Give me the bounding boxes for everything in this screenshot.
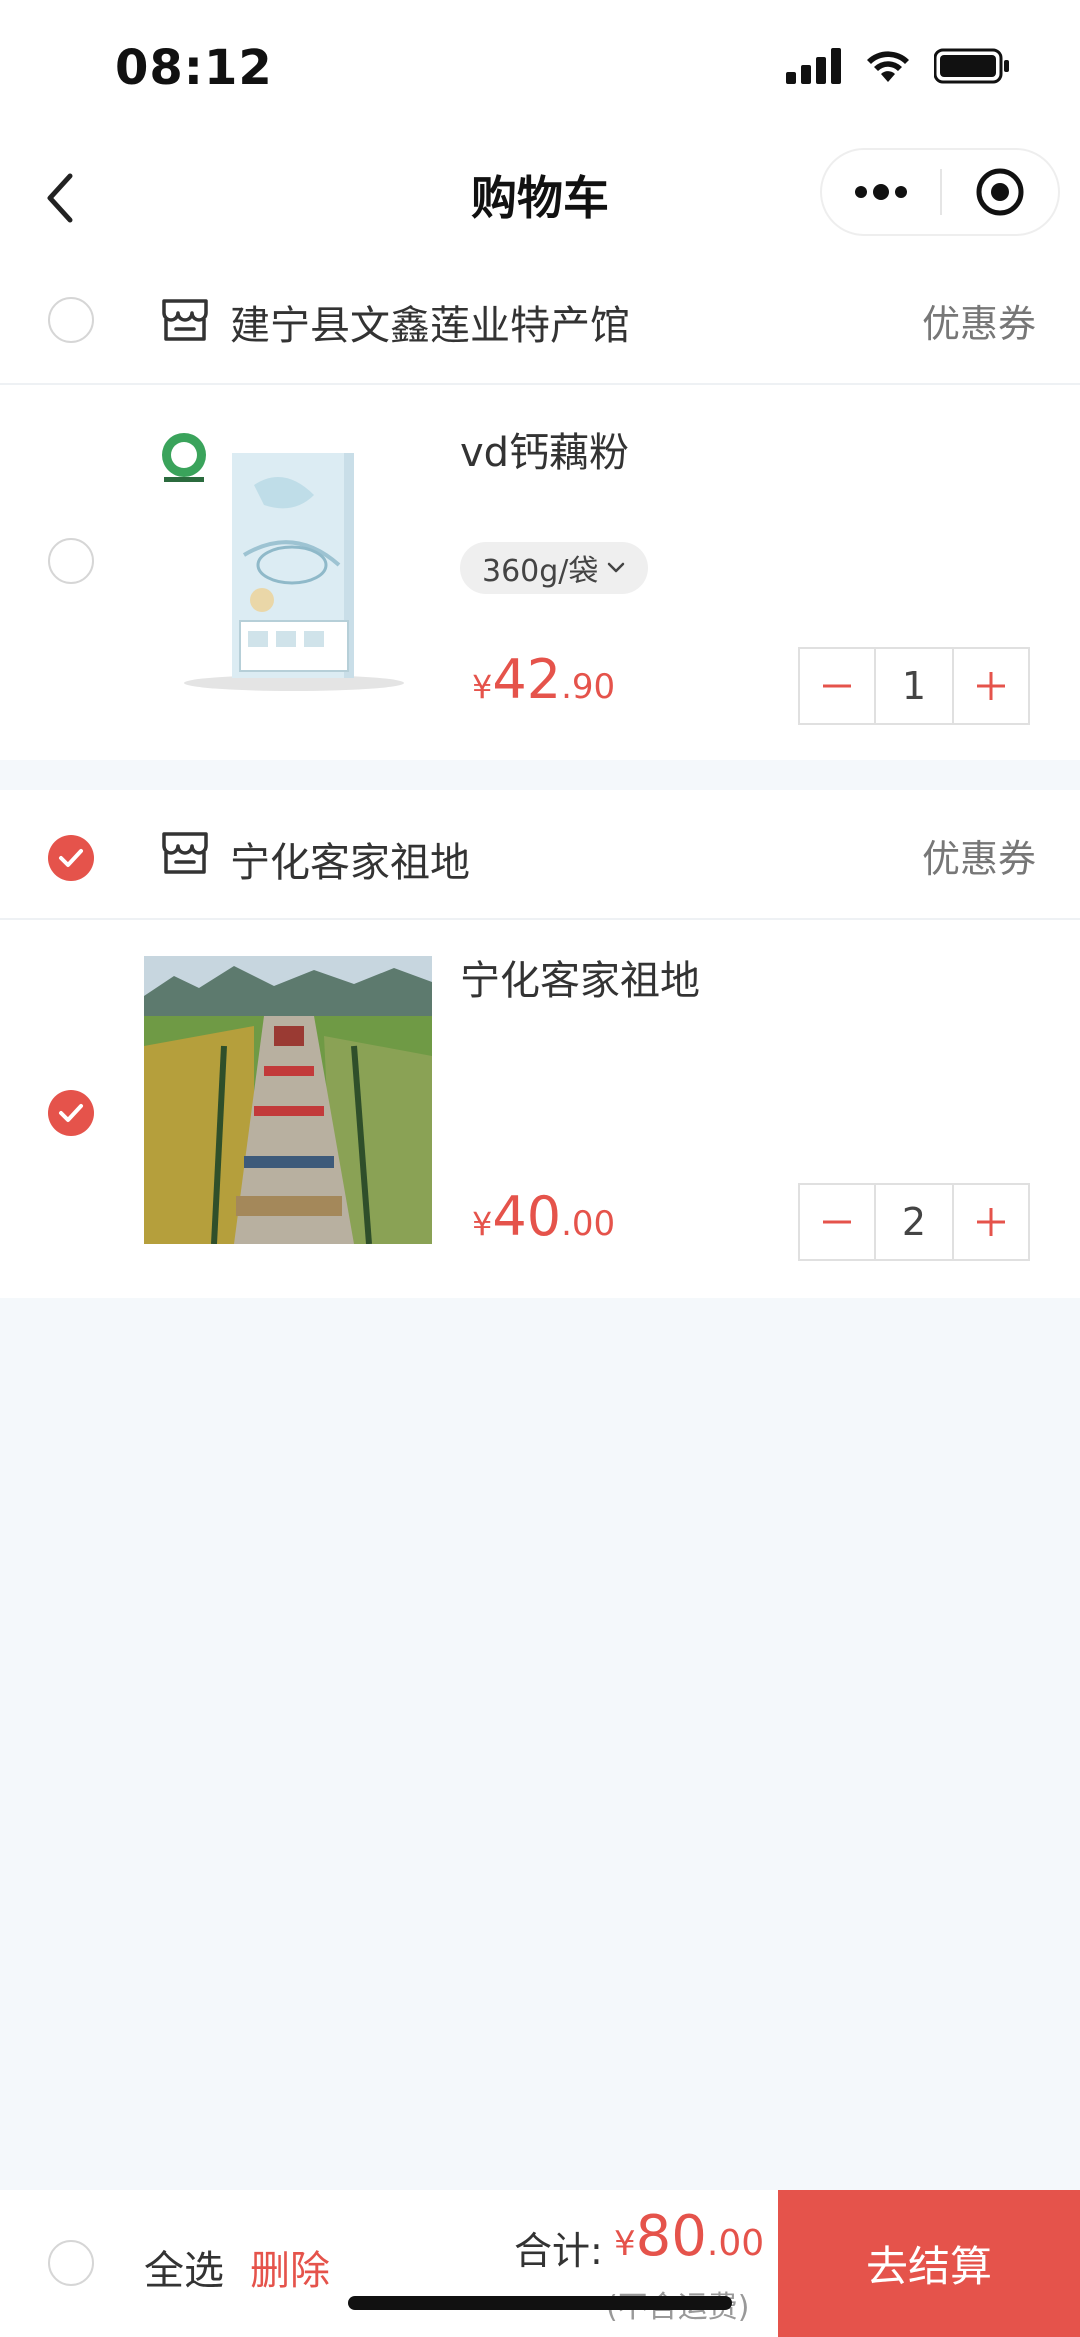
- store-icon: [162, 299, 208, 341]
- checkout-button[interactable]: 去结算: [778, 2190, 1080, 2337]
- spec-selector[interactable]: 360g/袋: [460, 542, 649, 594]
- item-checkbox[interactable]: [48, 1090, 94, 1136]
- price-integer: 40: [492, 1185, 562, 1248]
- more-dots-icon: [855, 184, 907, 200]
- shop-checkbox[interactable]: [48, 297, 94, 343]
- total-decimal: .00: [706, 2223, 765, 2264]
- battery-icon: [934, 48, 1009, 84]
- product-price: ¥42.90: [472, 648, 615, 711]
- spec-label: 360g/袋: [482, 554, 599, 589]
- store-icon: [162, 832, 208, 874]
- status-icons: [786, 48, 1010, 84]
- check-icon: [59, 849, 83, 867]
- total-symbol: ¥: [614, 2224, 636, 2264]
- total-price: ¥80.00: [614, 2204, 764, 2269]
- shop-name[interactable]: 宁化客家祖地: [230, 830, 470, 888]
- quantity-stepper: 2: [798, 1183, 1030, 1261]
- shop-header: 建宁县文鑫莲业特产馆 优惠券: [0, 255, 1080, 385]
- price-symbol: ¥: [472, 668, 493, 706]
- plus-icon: [977, 1208, 1005, 1236]
- select-all-label[interactable]: 全选: [144, 2238, 224, 2296]
- coupon-button[interactable]: 优惠券: [922, 293, 1036, 348]
- delete-button[interactable]: 删除: [250, 2238, 330, 2296]
- shop-header: 宁化客家祖地 优惠券: [0, 790, 1080, 920]
- shop-block: 建宁县文鑫莲业特产馆 优惠券 vd钙藕粉 360g/袋 ¥42.90 1: [0, 255, 1080, 760]
- cart-item: 宁化客家祖地 ¥40.00 2: [0, 920, 1080, 1296]
- status-time: 08:12: [115, 40, 273, 96]
- minus-icon: [823, 684, 851, 688]
- decrease-button[interactable]: [800, 1185, 874, 1259]
- plus-icon: [977, 672, 1005, 700]
- product-title[interactable]: vd钙藕粉: [460, 420, 629, 478]
- price-integer: 42: [492, 648, 562, 711]
- product-title[interactable]: 宁化客家祖地: [460, 948, 700, 1006]
- target-icon: [976, 168, 1024, 216]
- chevron-down-icon: [608, 562, 625, 573]
- product-price: ¥40.00: [472, 1185, 615, 1248]
- price-symbol: ¥: [472, 1205, 493, 1243]
- minus-icon: [823, 1220, 851, 1224]
- price-decimal: .00: [561, 1204, 616, 1244]
- shop-checkbox[interactable]: [48, 835, 94, 881]
- cart-item: vd钙藕粉 360g/袋 ¥42.90 1: [0, 385, 1080, 758]
- increase-button[interactable]: [954, 649, 1028, 723]
- increase-button[interactable]: [954, 1185, 1028, 1259]
- wifi-icon: [867, 51, 909, 82]
- shop-block: 宁化客家祖地 优惠券 宁化客家祖地 ¥40.00 2: [0, 790, 1080, 1298]
- total-label: 合计:: [514, 2229, 603, 2273]
- decrease-button[interactable]: [800, 649, 874, 723]
- total-integer: 80: [635, 2204, 707, 2269]
- quantity-stepper: 1: [798, 647, 1030, 725]
- item-checkbox[interactable]: [48, 538, 94, 584]
- check-icon: [59, 1104, 83, 1122]
- product-thumbnail[interactable]: [144, 956, 432, 1244]
- shop-name[interactable]: 建宁县文鑫莲业特产馆: [230, 293, 630, 351]
- quantity-value[interactable]: 1: [874, 649, 954, 723]
- checkout-bar: 全选 删除 合计: ¥80.00 (不含运费) 去结算: [0, 2190, 1080, 2337]
- home-indicator: [348, 2296, 732, 2310]
- mini-program-capsule: [820, 148, 1060, 236]
- product-thumbnail[interactable]: [144, 425, 432, 713]
- close-program-button[interactable]: [942, 150, 1058, 234]
- price-decimal: .90: [561, 667, 616, 707]
- quantity-value[interactable]: 2: [874, 1185, 954, 1259]
- status-bar: 08:12: [0, 0, 1080, 140]
- more-button[interactable]: [822, 150, 940, 234]
- coupon-button[interactable]: 优惠券: [922, 828, 1036, 883]
- select-all-checkbox[interactable]: [48, 2240, 94, 2286]
- signal-icon: [786, 48, 841, 84]
